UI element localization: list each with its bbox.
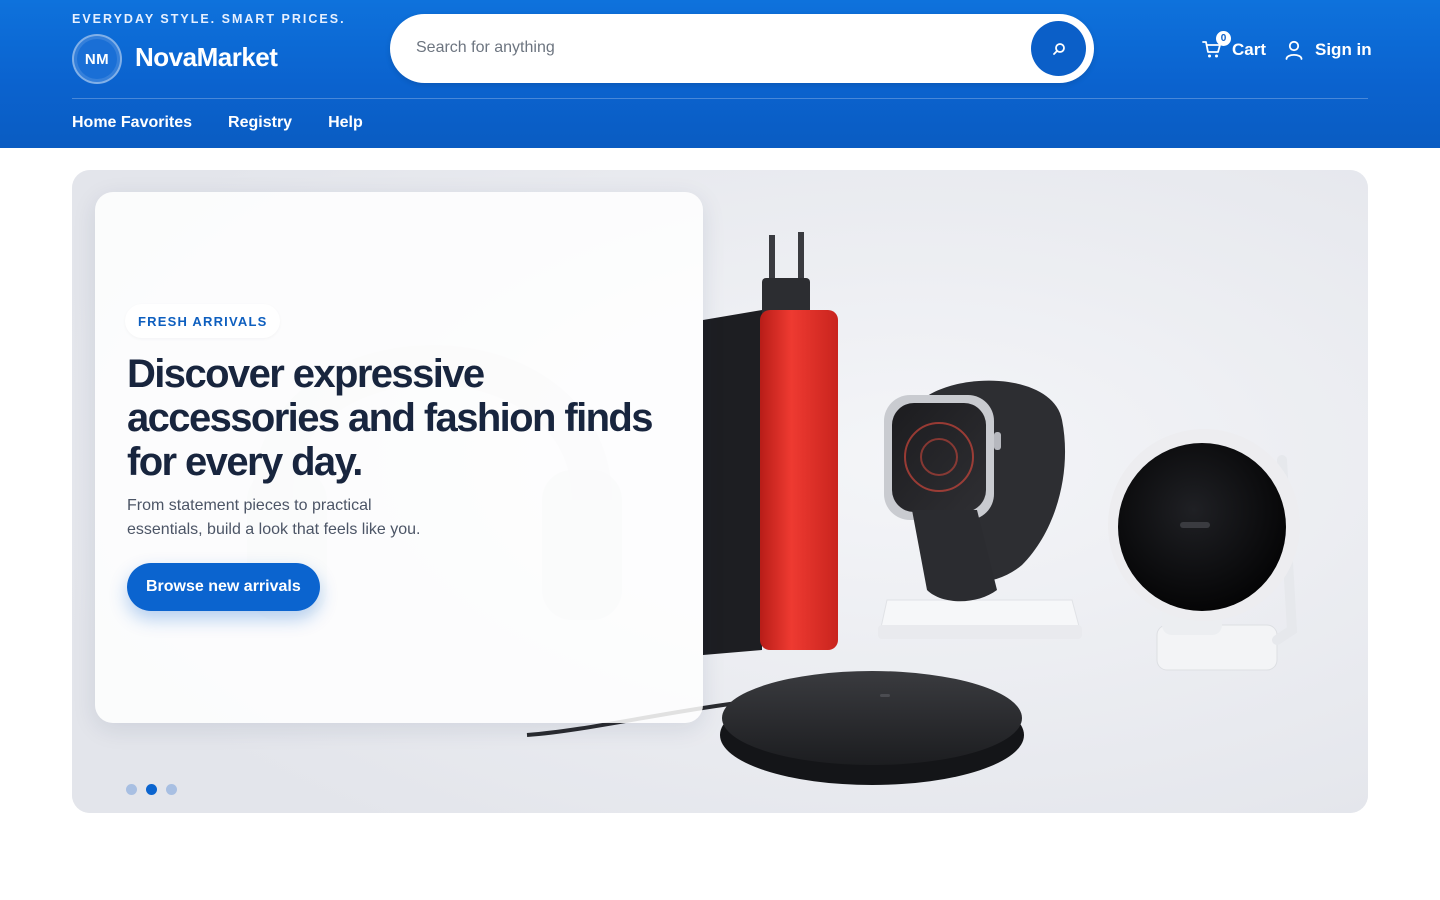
cart-count-badge: 0 [1216, 31, 1231, 46]
site-header: EVERYDAY STYLE. SMART PRICES. NM NovaMar… [0, 0, 1440, 148]
hero-eyebrow-pill: FRESH ARRIVALS [125, 304, 281, 338]
signin-button[interactable]: Sign in [1285, 36, 1372, 64]
carousel-dots [126, 784, 177, 795]
main-nav: Home Favorites Registry Help [72, 114, 363, 132]
search-icon [1052, 42, 1065, 55]
hero-banner: FRESH ARRIVALS Discover expressive acces… [72, 170, 1368, 813]
carousel-dot-1[interactable] [126, 784, 137, 795]
cart-label: Cart [1232, 40, 1267, 59]
signin-label: Sign in [1315, 40, 1372, 59]
cart-icon-wrapper: 0 [1202, 31, 1231, 61]
search-bar [390, 14, 1094, 83]
logo-badge[interactable]: NM [72, 34, 122, 84]
hero-subtitle: From statement pieces to practical essen… [127, 497, 421, 538]
cart-button[interactable]: 0 Cart [1202, 31, 1267, 64]
hero-card: FRESH ARRIVALS Discover expressive acces… [95, 192, 703, 723]
carousel-dot-2[interactable] [146, 784, 157, 795]
nav-home-favorites[interactable]: Home Favorites [72, 114, 192, 132]
hero-title: Discover expressive accessories and fash… [127, 352, 654, 484]
search-input[interactable] [416, 32, 1016, 64]
carousel-dot-3[interactable] [166, 784, 177, 795]
brand-name[interactable]: NovaMarket [135, 42, 278, 73]
nav-help[interactable]: Help [328, 114, 363, 132]
user-icon [1285, 40, 1303, 60]
nav-registry[interactable]: Registry [228, 114, 292, 132]
browse-new-arrivals-button[interactable]: Browse new arrivals [127, 563, 320, 611]
header-divider [72, 98, 1368, 99]
search-button[interactable] [1031, 21, 1086, 76]
tagline: EVERYDAY STYLE. SMART PRICES. [72, 12, 346, 26]
